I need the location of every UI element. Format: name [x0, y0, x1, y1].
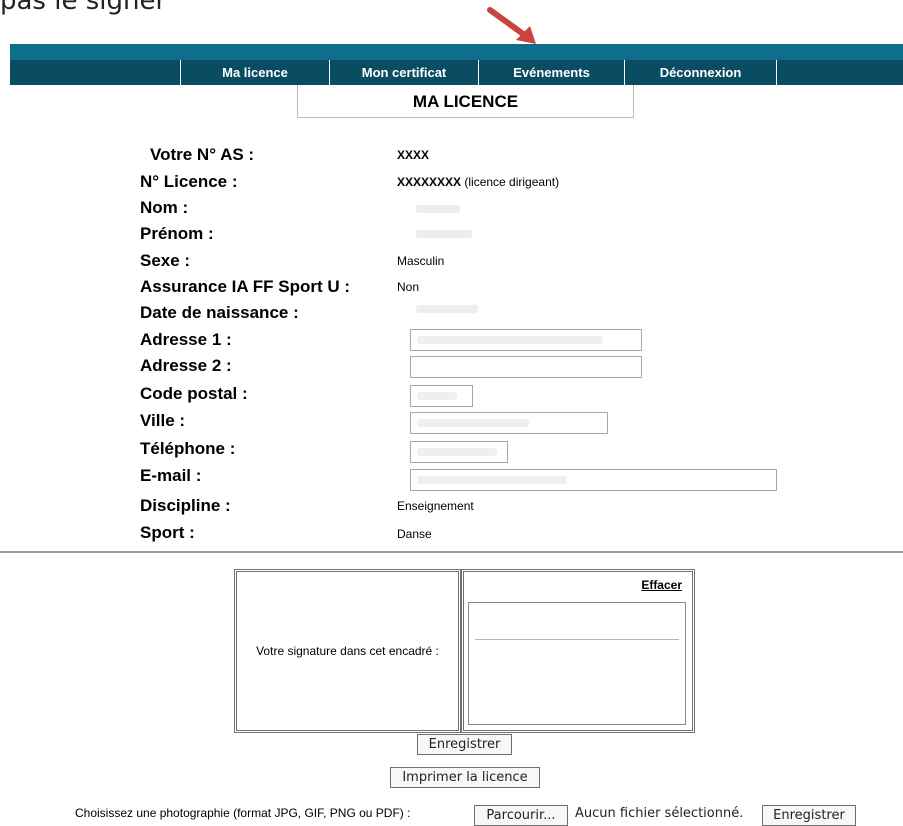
- cropped-caption-text: pas le signer: [0, 0, 167, 16]
- ville-label: Ville :: [140, 411, 186, 430]
- discipline-label: Discipline :: [140, 496, 231, 515]
- nav-divider: [776, 60, 778, 85]
- signature-pad[interactable]: [468, 602, 686, 725]
- date-naissance-value-redacted: [416, 305, 478, 313]
- licence-number-label: N° Licence :: [140, 172, 238, 191]
- email-field[interactable]: [410, 469, 777, 491]
- as-number-label: Votre N° AS :: [150, 145, 255, 164]
- adresse2-field[interactable]: [410, 356, 642, 378]
- top-cropped-caption: pas le signer: [0, 0, 903, 40]
- signature-cell: Effacer: [461, 569, 695, 733]
- prenom-value-redacted: [416, 230, 472, 238]
- sexe-value: Masculin: [397, 254, 445, 268]
- sexe-label: Sexe :: [140, 251, 191, 270]
- ville-field[interactable]: [410, 412, 608, 434]
- photo-prompt: Choisissez une photographie (format JPG,…: [75, 806, 411, 820]
- prenom-label: Prénom :: [140, 224, 214, 243]
- telephone-field[interactable]: [410, 441, 508, 463]
- assurance-label: Assurance IA FF Sport U :: [140, 277, 351, 296]
- discipline-value: Enseignement: [397, 499, 474, 513]
- browse-file-button[interactable]: Parcourir...: [474, 805, 568, 826]
- licence-type-note: (licence dirigeant): [464, 175, 560, 189]
- sport-label: Sport :: [140, 523, 195, 542]
- nav-mon-certificat[interactable]: Mon certificat: [329, 60, 478, 85]
- main-nav: Ma licence Mon certificat Evénements Déc…: [10, 60, 903, 85]
- signature-baseline: [475, 639, 679, 640]
- file-status-text: Aucun fichier sélectionné.: [575, 806, 744, 821]
- nav-deconnexion[interactable]: Déconnexion: [624, 60, 776, 85]
- code-postal-label: Code postal :: [140, 384, 248, 403]
- email-label: E-mail :: [140, 466, 202, 485]
- nav-evenements[interactable]: Evénements: [478, 60, 624, 85]
- section-divider: [0, 551, 903, 553]
- code-postal-field[interactable]: [410, 385, 473, 407]
- licence-number-value: XXXXXXXX (licence dirigeant): [397, 175, 560, 189]
- signature-label-cell: Votre signature dans cet encadré :: [234, 569, 461, 733]
- assurance-value: Non: [397, 280, 420, 294]
- page-title: MA LICENCE: [297, 85, 634, 118]
- clear-signature-link[interactable]: Effacer: [641, 578, 682, 592]
- save-photo-button[interactable]: Enregistrer: [762, 805, 856, 826]
- date-naissance-label: Date de naissance :: [140, 303, 299, 322]
- as-number-value: XXXX: [397, 148, 430, 162]
- adresse2-label: Adresse 2 :: [140, 356, 232, 375]
- telephone-label: Téléphone :: [140, 439, 236, 458]
- signature-label: Votre signature dans cet encadré :: [256, 644, 439, 658]
- nom-label: Nom :: [140, 198, 189, 217]
- adresse1-label: Adresse 1 :: [140, 330, 232, 349]
- nom-value-redacted: [416, 205, 460, 213]
- save-signature-button[interactable]: Enregistrer: [417, 734, 512, 755]
- header-top-band: [10, 44, 903, 60]
- red-arrow-annotation: [487, 7, 536, 44]
- adresse1-field[interactable]: [410, 329, 642, 351]
- sport-value: Danse: [397, 527, 432, 541]
- nav-ma-licence[interactable]: Ma licence: [180, 60, 329, 85]
- print-licence-button[interactable]: Imprimer la licence: [390, 767, 540, 788]
